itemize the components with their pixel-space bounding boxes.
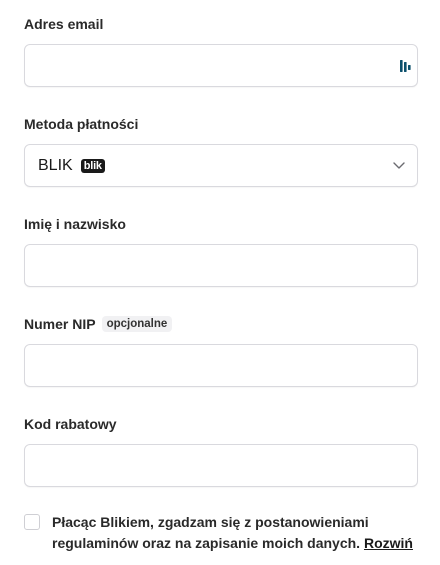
nip-field[interactable] — [24, 344, 418, 387]
consent-text: Płacąc Blikiem, zgadzam się z postanowie… — [52, 512, 422, 554]
payment-method-label-text: Metoda płatności — [24, 116, 139, 132]
consent-statement: Płacąc Blikiem, zgadzam się z postanowie… — [52, 514, 369, 551]
full-name-field[interactable] — [24, 244, 418, 287]
email-field[interactable] — [24, 44, 418, 87]
email-label: Adres email — [24, 15, 103, 33]
discount-code-input[interactable] — [25, 445, 393, 486]
payment-method-select[interactable]: BLIK blik — [24, 144, 418, 187]
payment-method-label: Metoda płatności — [24, 115, 138, 133]
email-input[interactable] — [25, 45, 393, 86]
full-name-input[interactable] — [25, 245, 393, 286]
nip-label-text: Numer NIP — [24, 316, 96, 332]
consent-checkbox[interactable] — [24, 514, 40, 530]
payment-method-selected: BLIK blik — [38, 145, 105, 186]
discount-code-field[interactable] — [24, 444, 418, 487]
full-name-label: Imię i nazwisko — [24, 215, 126, 233]
chevron-down-icon — [393, 162, 405, 169]
discount-code-label-text: Kod rabatowy — [24, 416, 117, 432]
full-name-label-text: Imię i nazwisko — [24, 216, 126, 232]
expand-link[interactable]: Rozwiń — [364, 535, 413, 551]
optional-badge: opcjonalne — [101, 316, 173, 332]
blik-logo: blik — [80, 158, 105, 173]
nip-input[interactable] — [25, 345, 393, 386]
password-manager-icon[interactable] — [400, 59, 412, 73]
discount-code-label: Kod rabatowy — [24, 415, 117, 433]
email-label-text: Adres email — [24, 16, 104, 32]
nip-label: Numer NIP opcjonalne — [24, 315, 173, 333]
payment-method-value: BLIK — [38, 156, 73, 174]
